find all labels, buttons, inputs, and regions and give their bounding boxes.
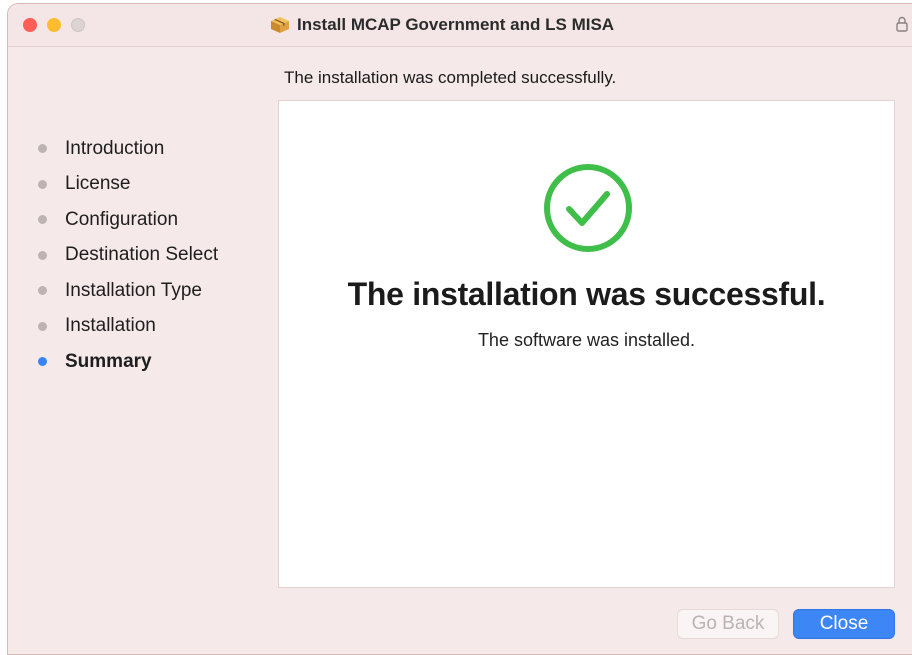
step-label: License: [65, 173, 131, 195]
close-window-button[interactable]: [23, 18, 37, 32]
step-dot: [38, 250, 47, 260]
checkmark-circle-icon: [544, 164, 632, 252]
minimize-window-button[interactable]: [47, 18, 61, 32]
close-button[interactable]: Close: [793, 609, 895, 639]
step-dot: [38, 321, 47, 331]
success-subtitle: The software was installed.: [477, 330, 696, 350]
content-panel: The installation was successful. The sof…: [278, 100, 895, 588]
step-dot: [38, 179, 47, 189]
go-back-button[interactable]: Go Back: [677, 609, 779, 639]
step-destination-select: Destination Select: [38, 238, 218, 274]
step-license: License: [38, 167, 218, 203]
step-label: Destination Select: [65, 244, 219, 266]
step-installation: Installation: [38, 309, 218, 345]
window-title-group: Install MCAP Government and LS MISA: [270, 15, 614, 35]
step-configuration: Configuration: [38, 202, 218, 238]
success-title: The installation was successful.: [347, 276, 826, 312]
window-title: Install MCAP Government and LS MISA: [297, 15, 615, 34]
step-label: Configuration: [65, 208, 179, 230]
step-introduction: Introduction: [38, 131, 218, 167]
step-dot-active: [38, 357, 47, 367]
step-label: Summary: [65, 350, 152, 372]
installer-window: Install MCAP Government and LS MISA The …: [8, 4, 912, 654]
status-heading: The installation was completed successfu…: [284, 68, 617, 87]
step-installation-type: Installation Type: [38, 273, 218, 309]
step-summary: Summary: [38, 344, 218, 380]
step-label: Introduction: [65, 137, 165, 159]
step-dot: [38, 286, 47, 296]
package-icon: [271, 17, 289, 33]
step-label: Installation Type: [65, 279, 202, 301]
installer-steps: Introduction License Configuration Desti…: [38, 131, 218, 380]
zoom-window-button[interactable]: [71, 18, 85, 32]
step-dot: [38, 215, 47, 225]
title-bar: Install MCAP Government and LS MISA: [8, 4, 912, 47]
step-dot: [38, 144, 47, 154]
lock-icon: [896, 16, 908, 32]
step-label: Installation: [65, 315, 156, 337]
